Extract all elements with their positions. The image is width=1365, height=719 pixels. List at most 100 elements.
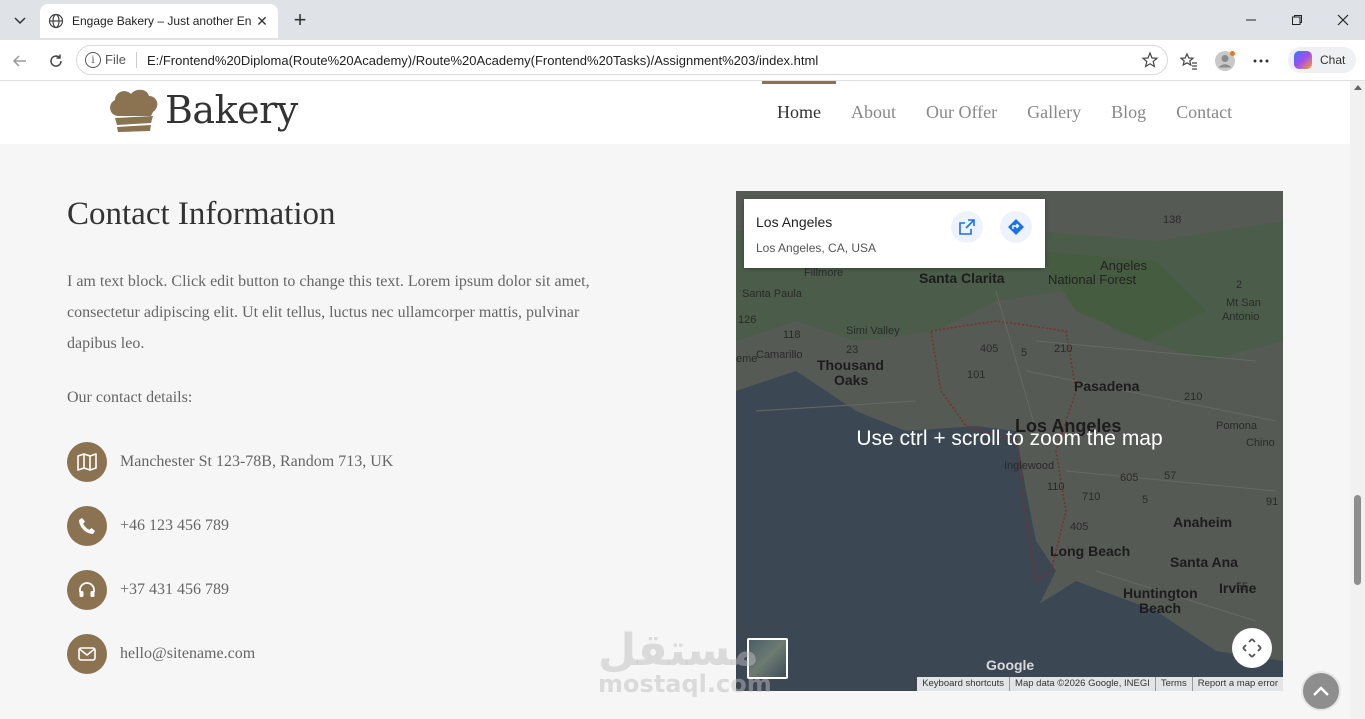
route-91-label: 91 (1266, 496, 1279, 508)
map-label-long-beach: Long Beach (1050, 543, 1131, 559)
address-bar[interactable]: i File E:/Frontend%20Diploma(Route%20Aca… (76, 45, 1168, 75)
site-header: Bakery Home About Our Offer Gallery Blog… (0, 81, 1350, 144)
browser-toolbar: i File E:/Frontend%20Diploma(Route%20Aca… (0, 40, 1365, 81)
google-logo: Google (986, 657, 1035, 673)
more-menu-icon[interactable] (1250, 50, 1272, 72)
contact-email-text[interactable]: hello@sitename.com (120, 645, 255, 663)
map-label-camarillo: Camarillo (756, 349, 803, 361)
globe-icon (48, 13, 64, 29)
page-viewport: Bakery Home About Our Offer Gallery Blog… (0, 81, 1350, 719)
map-label-mt-san: Mt San (1226, 297, 1261, 309)
nav-our-offer[interactable]: Our Offer (911, 81, 1012, 144)
route-110-label: 110 (1047, 481, 1065, 493)
copilot-icon (1294, 51, 1312, 69)
minimize-icon[interactable] (1239, 8, 1263, 32)
nav-gallery[interactable]: Gallery (1012, 81, 1096, 144)
route-5b-label: 5 (1142, 494, 1149, 506)
map-label-santa-clarita: Santa Clarita (919, 270, 1005, 286)
map-place-name: Los Angeles (756, 214, 833, 230)
map-label-pasadena: Pasadena (1074, 378, 1140, 394)
headphones-icon (67, 570, 107, 610)
contact-support-phone-text[interactable]: +37 431 456 789 (120, 581, 229, 599)
nav-about[interactable]: About (836, 81, 911, 144)
nav-home[interactable]: Home (762, 81, 836, 144)
refresh-icon[interactable] (43, 48, 69, 74)
route-2-label: 2 (1236, 279, 1243, 291)
favorites-icon[interactable] (1178, 50, 1200, 72)
map-label-fillmore: Fillmore (804, 267, 844, 279)
contact-item-support: +37 431 456 789 (67, 570, 229, 610)
route-405b-label: 405 (1070, 521, 1089, 533)
scroll-up-arrow-icon[interactable] (1354, 85, 1362, 90)
chevron-up-icon (1313, 686, 1329, 696)
site-logo[interactable]: Bakery (105, 86, 298, 134)
browser-tab[interactable]: Engage Bakery – Just another Engage ✕ (40, 4, 278, 38)
map-label-thousand: Thousand (817, 357, 884, 373)
map-label-simi-valley: Simi Valley (846, 325, 900, 337)
map-label-angeles: Angeles (1100, 258, 1147, 273)
profile-avatar-icon[interactable] (1214, 50, 1236, 72)
contact-item-email: hello@sitename.com (67, 634, 255, 674)
route-138-label: 138 (1163, 214, 1182, 226)
route-126-label: 126 (738, 314, 757, 326)
contact-phone-text[interactable]: +46 123 456 789 (120, 517, 229, 535)
route-101-label: 101 (967, 369, 986, 381)
route-55-label: 55 (1236, 581, 1249, 593)
map-label-anaheim: Anaheim (1173, 514, 1233, 530)
main-nav: Home About Our Offer Gallery Blog Contac… (762, 81, 1247, 144)
map-label-santa-ana: Santa Ana (1170, 554, 1238, 570)
nav-blog[interactable]: Blog (1096, 81, 1161, 144)
tab-list-button[interactable] (6, 6, 34, 34)
map-attribution-bar: Keyboard shortcuts Map data ©2026 Google… (917, 677, 1283, 691)
route-405-label: 405 (980, 343, 999, 355)
close-tab-icon[interactable]: ✕ (254, 13, 270, 29)
map-place-address: Los Angeles, CA, USA (756, 241, 877, 255)
map-label-santa-paula: Santa Paula (742, 288, 802, 300)
phone-icon (67, 506, 107, 546)
route-210b-label: 210 (1184, 391, 1203, 403)
route-710-label: 710 (1082, 491, 1101, 503)
map-data-text: Map data ©2026 Google, INEGI (1009, 677, 1155, 691)
map-label-oaks: Oaks (834, 372, 869, 388)
new-tab-button[interactable]: + (288, 7, 312, 32)
google-map-embed[interactable]: Santa Clarita Angeles National Forest Fi… (736, 191, 1283, 691)
map-label-huntington: Huntington (1123, 585, 1198, 601)
contact-lead-text: I am text block. Click edit button to ch… (67, 273, 590, 352)
browser-tab-bar: Engage Bakery – Just another Engage ✕ + (0, 0, 1365, 40)
nav-contact[interactable]: Contact (1161, 81, 1247, 144)
mostaql-watermark: مستقل mostaql.com (598, 625, 772, 698)
copilot-chat-button[interactable]: Chat (1288, 47, 1356, 73)
contact-section: Contact Information I am text block. Cli… (67, 196, 667, 407)
url-text[interactable]: E:/Frontend%20Diploma(Route%20Academy)/R… (147, 53, 818, 68)
terms-link[interactable]: Terms (1154, 677, 1192, 691)
contact-item-address: Manchester St 123-78B, Random 713, UK (67, 442, 393, 482)
route-210-label: 210 (1054, 343, 1073, 355)
watermark-latin: mostaql.com (598, 670, 772, 698)
restore-icon[interactable] (1285, 8, 1309, 32)
chevron-down-icon (14, 17, 26, 25)
map-icon (67, 442, 107, 482)
chat-label: Chat (1320, 53, 1346, 67)
directions-icon[interactable] (1000, 211, 1032, 243)
favorite-star-icon[interactable] (1141, 51, 1159, 69)
info-icon[interactable]: i (85, 52, 101, 68)
route-57-label: 57 (1164, 470, 1177, 482)
fullscreen-toggle-icon[interactable] (1232, 628, 1272, 668)
tab-title: Engage Bakery – Just another Engage (72, 14, 252, 28)
back-to-top-button[interactable] (1301, 671, 1341, 711)
close-window-icon[interactable] (1331, 8, 1355, 32)
map-label-beach: Beach (1139, 600, 1182, 616)
back-arrow-icon[interactable] (7, 48, 33, 74)
report-map-error-link[interactable]: Report a map error (1191, 677, 1283, 691)
route-5-label: 5 (1021, 347, 1028, 359)
keyboard-shortcuts-link[interactable]: Keyboard shortcuts (917, 677, 1009, 691)
route-118-label: 118 (783, 329, 801, 341)
page-scrollbar[interactable] (1350, 81, 1365, 719)
map-place-card: Los Angeles Los Angeles, CA, USA (744, 199, 1045, 268)
map-zoom-hint: Use ctrl + scroll to zoom the map (856, 427, 1163, 450)
watermark-arabic: مستقل (598, 625, 759, 676)
scrollbar-thumb[interactable] (1354, 495, 1361, 585)
url-scheme-label: File (105, 52, 137, 68)
open-in-maps-icon[interactable] (951, 211, 983, 243)
logo-text: Bakery (165, 88, 298, 132)
